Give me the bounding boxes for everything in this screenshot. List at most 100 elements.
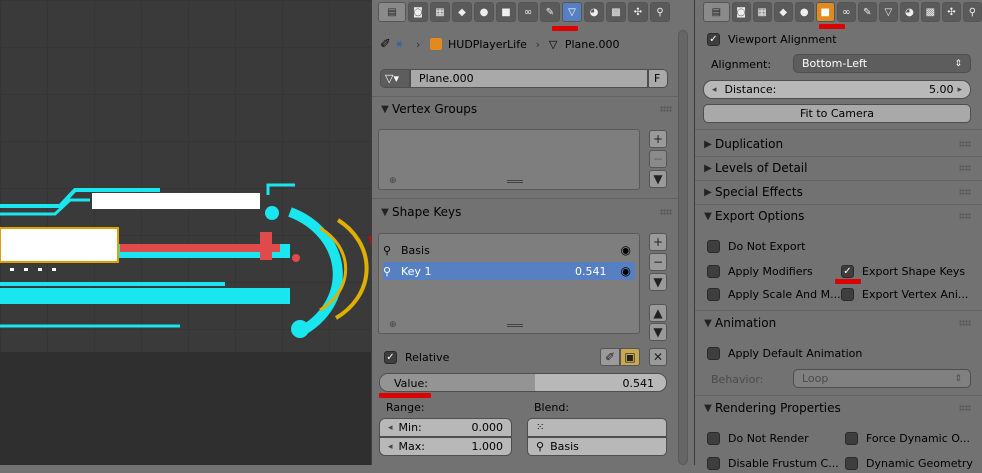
scrollbar[interactable] [678, 30, 688, 465]
modifiers-tab-icon[interactable]: ✎ [540, 2, 560, 22]
list-item[interactable]: ⚲ Basis ◉ [383, 241, 635, 259]
vertex-group-blend-field[interactable]: ⁙ [527, 418, 667, 437]
apply-scale-row[interactable]: Apply Scale And M... [707, 284, 841, 304]
range-max-field[interactable]: ◂ Max: 1.000 [379, 437, 512, 456]
range-min-field[interactable]: ◂ Min: 0.000 [379, 418, 512, 437]
drag-grip-icon[interactable] [959, 320, 971, 326]
physics-tab-icon[interactable]: ⚲ [650, 2, 670, 22]
breadcrumb-object[interactable]: HUDPlayerLife [448, 38, 527, 51]
scene-tab-icon[interactable]: ◆ [773, 2, 793, 22]
list-resize-grip[interactable] [507, 180, 523, 183]
render-layers-tab-icon[interactable]: ▦ [430, 2, 450, 22]
drag-grip-icon[interactable] [959, 165, 971, 171]
list-filter-icon[interactable]: ⊕ [389, 176, 397, 186]
object-tab-icon[interactable]: ■ [496, 2, 516, 22]
texture-tab-icon[interactable]: ▩ [920, 2, 940, 22]
rendering-properties-header[interactable]: ▼ Rendering Properties [701, 397, 977, 419]
add-shape-key-button[interactable]: + [649, 233, 667, 251]
vertex-groups-list[interactable]: ⊕ [378, 129, 640, 190]
drag-grip-icon[interactable] [959, 141, 971, 147]
mesh-browse-icon[interactable]: ▽▾ [380, 69, 410, 88]
apply-default-animation-row[interactable]: Apply Default Animation [707, 343, 862, 363]
fit-to-camera-button[interactable]: Fit to Camera [703, 104, 971, 123]
behavior-dropdown[interactable]: Loop ⇕ [793, 369, 971, 388]
breadcrumb-mesh[interactable]: Plane.000 [565, 38, 620, 51]
remove-vertex-group-button[interactable]: − [649, 150, 667, 168]
list-item-selected[interactable]: ⚲ Key 1 0.541 ◉ [383, 262, 635, 280]
move-up-button[interactable]: ▲ [649, 304, 667, 322]
mesh-data-tab-icon[interactable]: ▽ [562, 2, 582, 22]
editor-type-icon[interactable]: ▤ [378, 2, 406, 22]
texture-tab-icon[interactable]: ▩ [606, 2, 626, 22]
material-tab-icon[interactable]: ◕ [584, 2, 604, 22]
apply-scale-checkbox[interactable] [707, 287, 720, 301]
alignment-dropdown[interactable]: Bottom-Left ⇕ [793, 54, 971, 73]
world-tab-icon[interactable]: ● [474, 2, 494, 22]
pin-icon[interactable]: ✐ [380, 37, 396, 52]
drag-grip-icon[interactable] [959, 405, 971, 411]
drag-grip-icon[interactable] [959, 213, 971, 219]
value-slider[interactable]: Value: 0.541 [379, 373, 667, 392]
vertex-groups-header[interactable]: ▼ Vertex Groups [378, 98, 678, 120]
add-vertex-group-button[interactable]: + [649, 130, 667, 148]
drag-grip-icon[interactable] [959, 189, 971, 195]
move-down-button[interactable]: ▼ [649, 323, 667, 341]
modifiers-tab-icon[interactable]: ✎ [857, 2, 877, 22]
editor-type-icon[interactable]: ▤ [703, 2, 730, 22]
constraints-tab-icon[interactable]: ∞ [836, 2, 856, 22]
viewport-alignment-row[interactable]: ✓ Viewport Alignment [707, 29, 837, 49]
apply-modifiers-checkbox[interactable] [707, 264, 720, 278]
levels-of-detail-header[interactable]: ▶ Levels of Detail [701, 157, 977, 179]
apply-modifiers-row[interactable]: Apply Modifiers [707, 261, 813, 281]
special-effects-header[interactable]: ▶ Special Effects [701, 181, 977, 203]
mesh-data-tab-icon[interactable]: ▽ [878, 2, 898, 22]
constraints-tab-icon[interactable]: ∞ [518, 2, 538, 22]
drag-grip-icon[interactable] [660, 106, 672, 112]
do-not-render-row[interactable]: Do Not Render [707, 428, 809, 448]
shape-keys-header[interactable]: ▼ Shape Keys [378, 201, 678, 223]
relative-key-field[interactable]: ⚲ Basis [527, 437, 667, 456]
relative-checkbox[interactable]: ✓ [384, 350, 397, 364]
export-vertex-anim-row[interactable]: Export Vertex Ani... [841, 284, 968, 304]
render-tab-icon[interactable]: ◙ [731, 2, 751, 22]
eye-icon[interactable]: ◉ [621, 264, 631, 278]
dynamic-geometry-row[interactable]: Dynamic Geometry [845, 453, 973, 473]
do-not-export-row[interactable]: Do Not Export [707, 236, 805, 256]
export-shape-keys-row[interactable]: ✓ Export Shape Keys [841, 261, 965, 281]
do-not-export-checkbox[interactable] [707, 239, 720, 253]
eye-icon[interactable]: ◉ [621, 243, 631, 257]
export-vertex-anim-checkbox[interactable] [841, 287, 854, 301]
scene-tab-icon[interactable]: ◆ [452, 2, 472, 22]
export-options-header[interactable]: ▼ Export Options [701, 205, 977, 227]
relative-checkbox-row[interactable]: ✓ Relative [384, 347, 449, 367]
edit-mode-shape-icon[interactable]: ▣ [620, 348, 640, 366]
viewport-alignment-checkbox[interactable]: ✓ [707, 32, 720, 46]
shape-key-specials-button[interactable]: ▼ [649, 273, 667, 291]
export-shape-keys-checkbox[interactable]: ✓ [841, 264, 854, 278]
material-tab-icon[interactable]: ◕ [899, 2, 919, 22]
shape-keys-list[interactable]: ⚲ Basis ◉ ⚲ Key 1 0.541 ◉ ⊕ [378, 233, 640, 334]
force-dynamic-row[interactable]: Force Dynamic O... [845, 428, 970, 448]
force-dynamic-checkbox[interactable] [845, 431, 858, 445]
disable-frustum-checkbox[interactable] [707, 456, 720, 470]
distance-field[interactable]: ◂ Distance: 5.00 ▸ [703, 80, 971, 99]
list-filter-icon[interactable]: ⊕ [389, 320, 397, 330]
3d-viewport[interactable] [0, 0, 371, 465]
animation-header[interactable]: ▼ Animation [701, 312, 977, 334]
render-tab-icon[interactable]: ◙ [408, 2, 428, 22]
duplication-header[interactable]: ▶ Duplication [701, 133, 977, 155]
object-tab-icon[interactable]: ■ [815, 2, 835, 22]
pin-shape-key-icon[interactable]: ✐ [600, 348, 620, 366]
do-not-render-checkbox[interactable] [707, 431, 720, 445]
clear-weights-button[interactable]: ✕ [649, 348, 667, 366]
drag-grip-icon[interactable] [660, 209, 672, 215]
render-layers-tab-icon[interactable]: ▦ [752, 2, 772, 22]
vertex-group-specials-button[interactable]: ▼ [649, 170, 667, 188]
mesh-name-field[interactable]: Plane.000 [410, 69, 648, 88]
dynamic-geometry-checkbox[interactable] [845, 456, 858, 470]
apply-default-animation-checkbox[interactable] [707, 346, 720, 360]
particles-tab-icon[interactable]: ✣ [941, 2, 961, 22]
world-tab-icon[interactable]: ● [794, 2, 814, 22]
remove-shape-key-button[interactable]: − [649, 253, 667, 271]
list-resize-grip[interactable] [507, 324, 523, 327]
